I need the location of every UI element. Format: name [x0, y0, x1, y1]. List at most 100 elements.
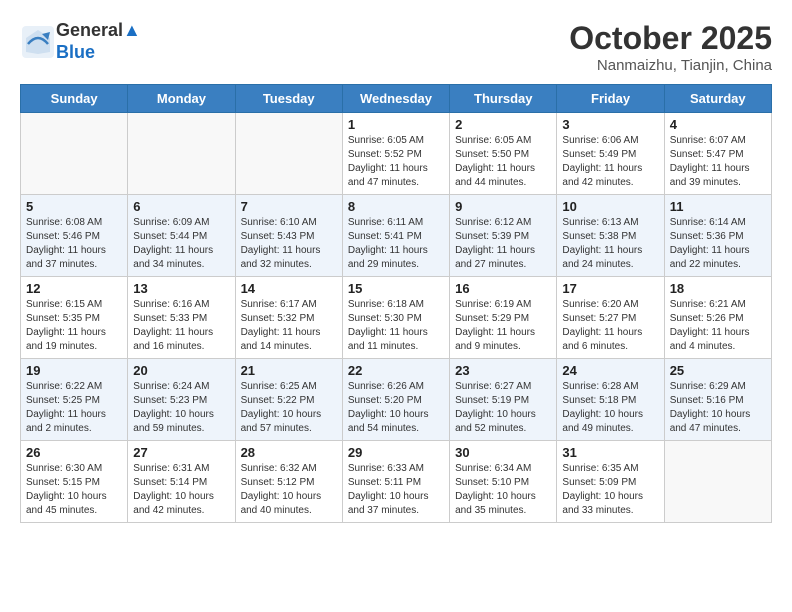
day-info: Sunrise: 6:30 AM Sunset: 5:15 PM Dayligh…: [26, 462, 122, 518]
logo-blue: ▲: [123, 20, 141, 40]
day-number: 21: [241, 363, 337, 378]
calendar-week-1: 1 Sunrise: 6:05 AM Sunset: 5:52 PM Daylig…: [21, 113, 772, 195]
calendar-cell-5-2: 27 Sunrise: 6:31 AM Sunset: 5:14 PM Dayli…: [128, 441, 235, 523]
calendar-cell-1-3: [235, 113, 342, 195]
calendar-cell-2-6: 10 Sunrise: 6:13 AM Sunset: 5:38 PM Dayli…: [557, 195, 664, 277]
day-info: Sunrise: 6:11 AM Sunset: 5:41 PM Dayligh…: [348, 216, 444, 272]
calendar-cell-1-5: 2 Sunrise: 6:05 AM Sunset: 5:50 PM Daylig…: [450, 113, 557, 195]
day-info: Sunrise: 6:28 AM Sunset: 5:18 PM Dayligh…: [562, 380, 658, 436]
weekday-header-monday: Monday: [128, 85, 235, 113]
day-number: 27: [133, 445, 229, 460]
day-info: Sunrise: 6:15 AM Sunset: 5:35 PM Dayligh…: [26, 298, 122, 354]
weekday-header-friday: Friday: [557, 85, 664, 113]
title-block: October 2025 Nanmaizhu, Tianjin, China: [569, 20, 772, 74]
day-number: 8: [348, 199, 444, 214]
calendar-cell-5-3: 28Sunrise: 6:32 AM Sunset: 5:12 PM Dayli…: [235, 441, 342, 523]
day-number: 23: [455, 363, 551, 378]
day-info: Sunrise: 6:16 AM Sunset: 5:33 PM Dayligh…: [133, 298, 229, 354]
weekday-header-thursday: Thursday: [450, 85, 557, 113]
calendar-week-4: 19 Sunrise: 6:22 AM Sunset: 5:25 PM Dayli…: [21, 359, 772, 441]
calendar-cell-2-7: 11 Sunrise: 6:14 AM Sunset: 5:36 PM Dayli…: [664, 195, 771, 277]
day-info: Sunrise: 6:29 AM Sunset: 5:16 PM Dayligh…: [670, 380, 766, 436]
day-number: 10: [562, 199, 658, 214]
day-info: Sunrise: 6:21 AM Sunset: 5:26 PM Dayligh…: [670, 298, 766, 354]
calendar-cell-2-2: 6 Sunrise: 6:09 AM Sunset: 5:44 PM Daylig…: [128, 195, 235, 277]
day-number: 15: [348, 281, 444, 296]
day-info: Sunrise: 6:07 AM Sunset: 5:47 PM Dayligh…: [670, 134, 766, 190]
day-info: Sunrise: 6:10 AM Sunset: 5:43 PM Dayligh…: [241, 216, 337, 272]
day-info: Sunrise: 6:20 AM Sunset: 5:27 PM Dayligh…: [562, 298, 658, 354]
calendar-cell-1-2: [128, 113, 235, 195]
day-info: Sunrise: 6:05 AM Sunset: 5:52 PM Dayligh…: [348, 134, 444, 190]
day-info: Sunrise: 6:05 AM Sunset: 5:50 PM Dayligh…: [455, 134, 551, 190]
weekday-header-sunday: Sunday: [21, 85, 128, 113]
day-info: Sunrise: 6:34 AM Sunset: 5:10 PM Dayligh…: [455, 462, 551, 518]
day-number: 9: [455, 199, 551, 214]
day-number: 11: [670, 199, 766, 214]
calendar-cell-3-1: 12Sunrise: 6:15 AM Sunset: 5:35 PM Dayli…: [21, 277, 128, 359]
day-info: Sunrise: 6:13 AM Sunset: 5:38 PM Dayligh…: [562, 216, 658, 272]
calendar-week-5: 26 Sunrise: 6:30 AM Sunset: 5:15 PM Dayli…: [21, 441, 772, 523]
calendar-cell-1-1: [21, 113, 128, 195]
day-number: 14: [241, 281, 337, 296]
day-number: 30: [455, 445, 551, 460]
day-info: Sunrise: 6:09 AM Sunset: 5:44 PM Dayligh…: [133, 216, 229, 272]
calendar-cell-4-7: 25 Sunrise: 6:29 AM Sunset: 5:16 PM Dayli…: [664, 359, 771, 441]
calendar-cell-3-7: 18 Sunrise: 6:21 AM Sunset: 5:26 PM Dayli…: [664, 277, 771, 359]
day-info: Sunrise: 6:31 AM Sunset: 5:14 PM Dayligh…: [133, 462, 229, 518]
day-number: 5: [26, 199, 122, 214]
calendar-cell-4-1: 19 Sunrise: 6:22 AM Sunset: 5:25 PM Dayli…: [21, 359, 128, 441]
calendar-cell-5-1: 26 Sunrise: 6:30 AM Sunset: 5:15 PM Dayli…: [21, 441, 128, 523]
day-info: Sunrise: 6:24 AM Sunset: 5:23 PM Dayligh…: [133, 380, 229, 436]
calendar-cell-2-5: 9Sunrise: 6:12 AM Sunset: 5:39 PM Daylig…: [450, 195, 557, 277]
day-info: Sunrise: 6:19 AM Sunset: 5:29 PM Dayligh…: [455, 298, 551, 354]
day-number: 3: [562, 117, 658, 132]
day-number: 6: [133, 199, 229, 214]
day-number: 19: [26, 363, 122, 378]
calendar-cell-3-6: 17Sunrise: 6:20 AM Sunset: 5:27 PM Dayli…: [557, 277, 664, 359]
day-number: 4: [670, 117, 766, 132]
day-number: 1: [348, 117, 444, 132]
day-info: Sunrise: 6:26 AM Sunset: 5:20 PM Dayligh…: [348, 380, 444, 436]
logo-text: General▲ Blue: [56, 20, 141, 63]
logo: General▲ Blue: [20, 20, 141, 63]
calendar-cell-5-7: [664, 441, 771, 523]
calendar-week-2: 5 Sunrise: 6:08 AM Sunset: 5:46 PM Daylig…: [21, 195, 772, 277]
logo-icon: [20, 24, 56, 60]
weekday-header-tuesday: Tuesday: [235, 85, 342, 113]
day-number: 16: [455, 281, 551, 296]
day-info: Sunrise: 6:33 AM Sunset: 5:11 PM Dayligh…: [348, 462, 444, 518]
location-subtitle: Nanmaizhu, Tianjin, China: [569, 57, 772, 74]
calendar-cell-1-6: 3 Sunrise: 6:06 AM Sunset: 5:49 PM Daylig…: [557, 113, 664, 195]
day-number: 26: [26, 445, 122, 460]
calendar-table: SundayMondayTuesdayWednesdayThursdayFrid…: [20, 84, 772, 523]
calendar-cell-3-2: 13 Sunrise: 6:16 AM Sunset: 5:33 PM Dayli…: [128, 277, 235, 359]
calendar-cell-4-5: 23 Sunrise: 6:27 AM Sunset: 5:19 PM Dayli…: [450, 359, 557, 441]
calendar-week-3: 12Sunrise: 6:15 AM Sunset: 5:35 PM Dayli…: [21, 277, 772, 359]
day-number: 22: [348, 363, 444, 378]
calendar-cell-2-4: 8 Sunrise: 6:11 AM Sunset: 5:41 PM Daylig…: [342, 195, 449, 277]
day-info: Sunrise: 6:17 AM Sunset: 5:32 PM Dayligh…: [241, 298, 337, 354]
day-number: 7: [241, 199, 337, 214]
day-number: 28: [241, 445, 337, 460]
logo-line2: Blue: [56, 42, 141, 64]
day-number: 2: [455, 117, 551, 132]
day-info: Sunrise: 6:18 AM Sunset: 5:30 PM Dayligh…: [348, 298, 444, 354]
day-info: Sunrise: 6:27 AM Sunset: 5:19 PM Dayligh…: [455, 380, 551, 436]
day-info: Sunrise: 6:14 AM Sunset: 5:36 PM Dayligh…: [670, 216, 766, 272]
calendar-cell-2-3: 7 Sunrise: 6:10 AM Sunset: 5:43 PM Daylig…: [235, 195, 342, 277]
day-info: Sunrise: 6:06 AM Sunset: 5:49 PM Dayligh…: [562, 134, 658, 190]
day-info: Sunrise: 6:08 AM Sunset: 5:46 PM Dayligh…: [26, 216, 122, 272]
calendar-cell-1-7: 4 Sunrise: 6:07 AM Sunset: 5:47 PM Daylig…: [664, 113, 771, 195]
day-info: Sunrise: 6:22 AM Sunset: 5:25 PM Dayligh…: [26, 380, 122, 436]
day-number: 25: [670, 363, 766, 378]
calendar-cell-5-6: 31Sunrise: 6:35 AM Sunset: 5:09 PM Dayli…: [557, 441, 664, 523]
calendar-cell-3-4: 15 Sunrise: 6:18 AM Sunset: 5:30 PM Dayli…: [342, 277, 449, 359]
day-info: Sunrise: 6:25 AM Sunset: 5:22 PM Dayligh…: [241, 380, 337, 436]
day-number: 31: [562, 445, 658, 460]
day-number: 29: [348, 445, 444, 460]
month-title: October 2025: [569, 20, 772, 57]
day-number: 18: [670, 281, 766, 296]
calendar-cell-4-4: 22 Sunrise: 6:26 AM Sunset: 5:20 PM Dayli…: [342, 359, 449, 441]
day-number: 13: [133, 281, 229, 296]
